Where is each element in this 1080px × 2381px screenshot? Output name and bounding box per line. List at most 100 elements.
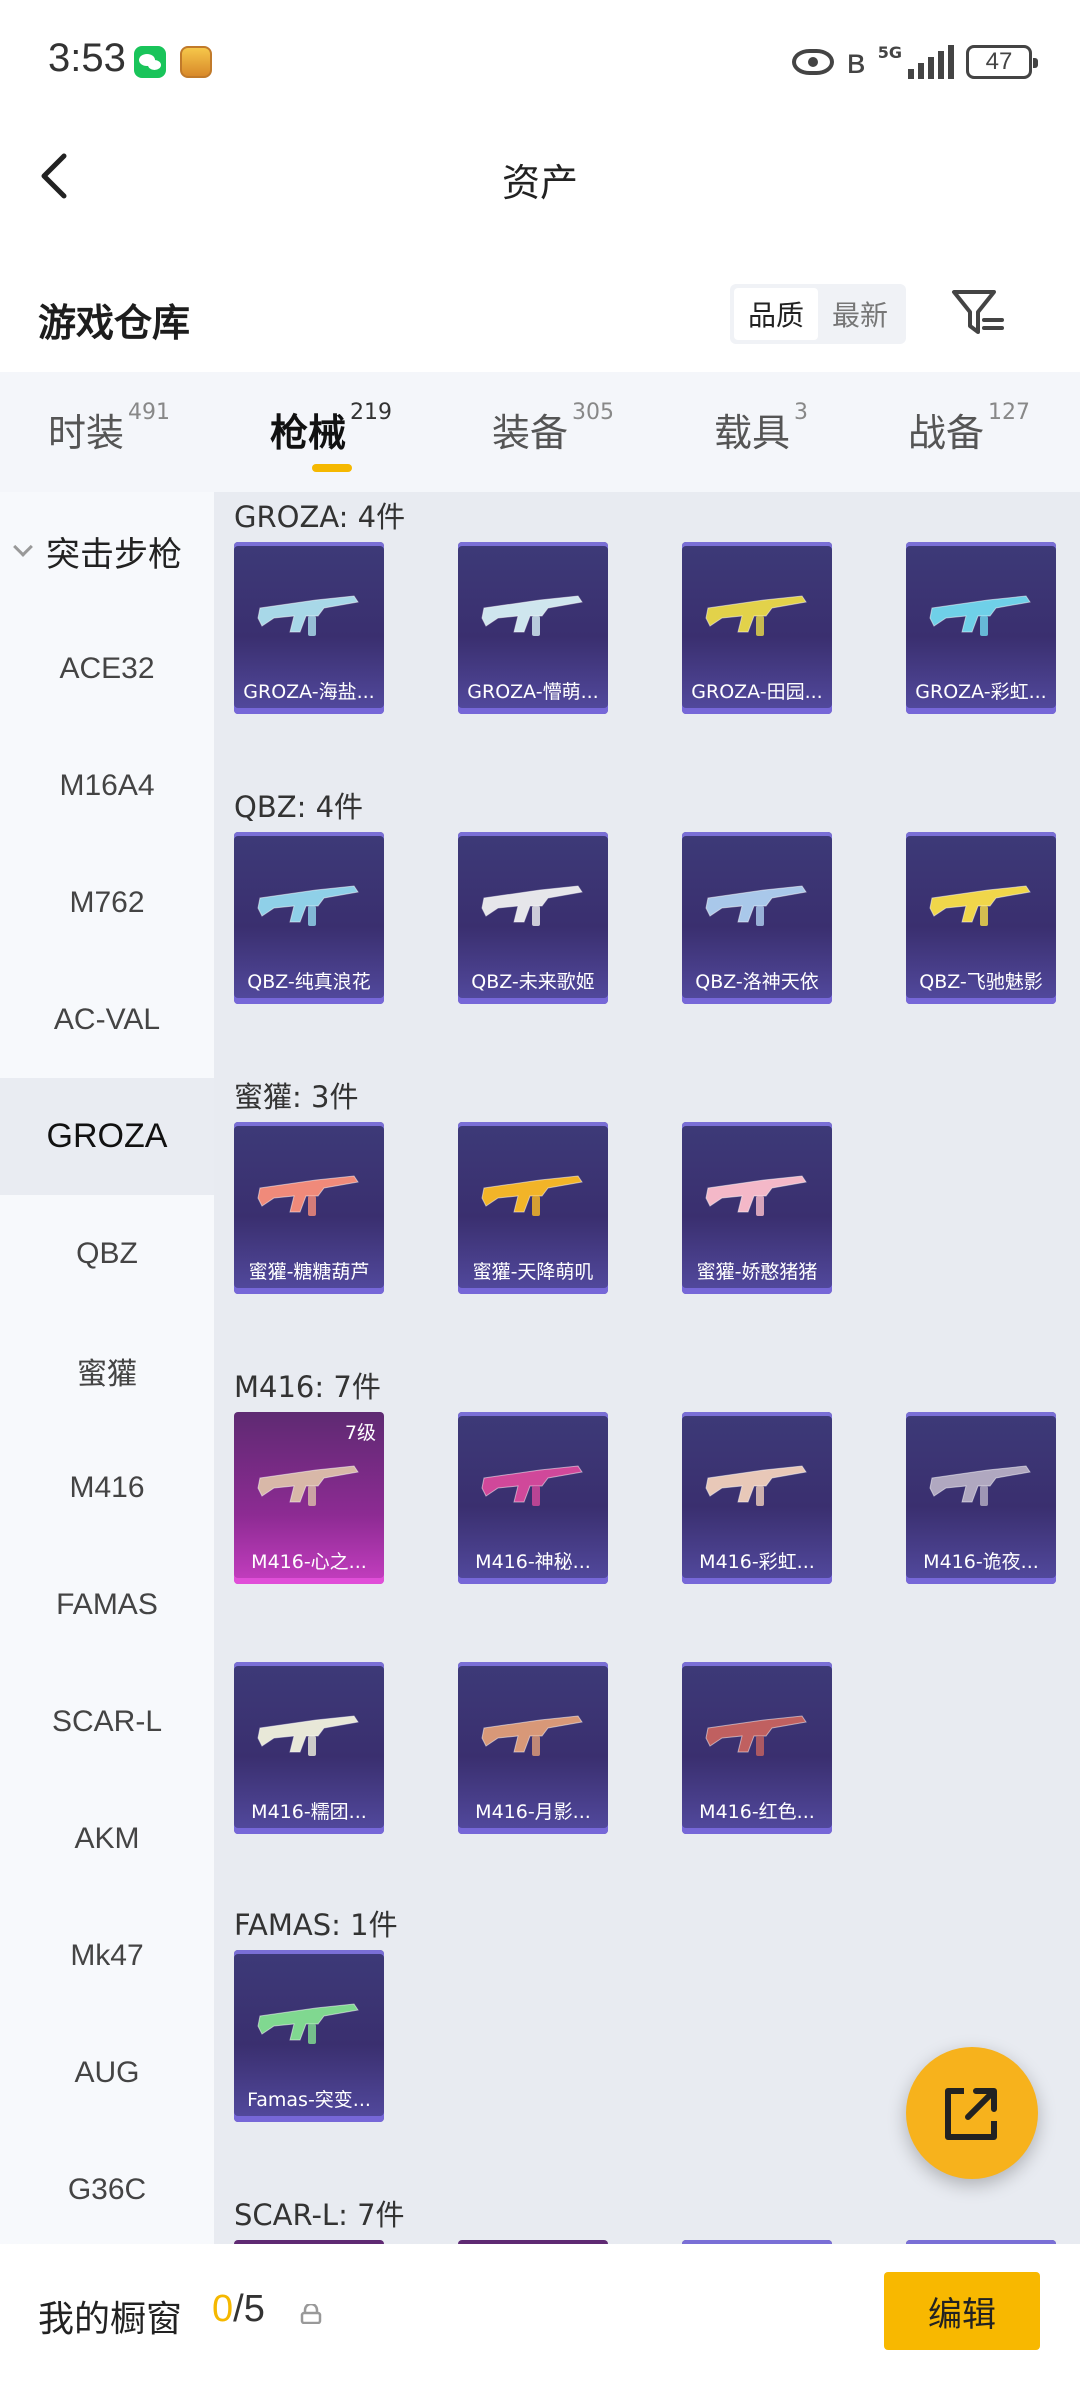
sidebar-item[interactable]: 蜜獾: [0, 1312, 214, 1429]
share-icon: [945, 2088, 997, 2140]
group-title: QBZ: 4件: [234, 790, 364, 824]
gun-icon: [257, 1715, 359, 1756]
weapon-name: M416-红色...: [699, 1801, 815, 1823]
sidebar-item[interactable]: G36C: [0, 2131, 214, 2244]
weapon-sidebar: 突击步枪 ACE32 M16A4 M762 AC-VAL GROZA QBZ 蜜獾 M416 F…: [0, 492, 214, 2244]
sidebar-item[interactable]: Mk47: [0, 1897, 214, 2014]
sidebar-item[interactable]: M16A4: [0, 727, 214, 844]
weapon-name: QBZ-飞驰魅影: [919, 971, 1043, 993]
lock-icon: [300, 2304, 322, 2324]
weapon-name: 蜜獾-天降萌叽: [472, 1261, 594, 1283]
active-tab-indicator: [312, 464, 352, 472]
gun-icon: [705, 885, 807, 926]
tab-battle-gear[interactable]: 战备 127: [908, 400, 1030, 457]
weapon-card[interactable]: GROZA-彩虹...: [906, 542, 1056, 714]
share-button[interactable]: [906, 2047, 1038, 2179]
sidebar-item[interactable]: AKM: [0, 1780, 214, 1897]
tab-guns[interactable]: 枪械 219: [270, 400, 392, 457]
weapon-card[interactable]: GROZA-懵萌...: [458, 542, 608, 714]
weapon-card[interactable]: 蜜獾-娇憨猪猪: [682, 1122, 832, 1294]
weapon-name: GROZA-懵萌...: [467, 681, 599, 703]
header: 资产: [0, 126, 1080, 226]
gun-icon: [481, 1465, 583, 1506]
edit-button[interactable]: 编辑: [884, 2272, 1040, 2350]
weapon-card[interactable]: M416-月影...: [458, 1662, 608, 1834]
group-title: 蜜獾: 3件: [234, 1080, 359, 1114]
sort-quality[interactable]: 品质: [734, 288, 818, 340]
weapon-card[interactable]: M416-神秘...: [458, 1412, 608, 1584]
weapon-name: GROZA-海盐...: [243, 681, 375, 703]
status-bar: 3:53 ʙ 5G 47: [0, 0, 1080, 126]
bluetooth-icon: ʙ: [846, 42, 866, 82]
group-title: M416: 7件: [234, 1370, 381, 1404]
gun-icon: [257, 595, 359, 636]
weapon-card[interactable]: QBZ-未来歌姬: [458, 832, 608, 1004]
weapon-name: GROZA-田园...: [691, 681, 823, 703]
warehouse-title: 游戏仓库: [38, 301, 191, 345]
weapon-name: 蜜獾-娇憨猪猪: [696, 1261, 818, 1283]
weapon-card[interactable]: 蜜獾-天降萌叽: [458, 1122, 608, 1294]
weapon-card[interactable]: GROZA-田园...: [682, 542, 832, 714]
gun-icon: [257, 1465, 359, 1506]
gun-icon: [257, 885, 359, 926]
eye-icon: [792, 49, 835, 75]
tab-equipment[interactable]: 装备 305: [492, 400, 614, 457]
group-title: FAMAS: 1件: [234, 1908, 398, 1942]
weapon-card[interactable]: QBZ-飞驰魅影: [906, 832, 1056, 1004]
bottom-bar: 我的橱窗 0/5 编辑: [0, 2244, 1080, 2381]
weapon-name: QBZ-未来歌姬: [471, 971, 595, 993]
signal-icon: 5G: [878, 45, 954, 79]
page-title: 资产: [501, 161, 578, 205]
weapon-card[interactable]: 蜜獾-糖糖葫芦: [234, 1122, 384, 1294]
status-icons: ʙ 5G 47: [792, 40, 1038, 84]
game-app-icon: [180, 46, 212, 78]
wechat-icon: [134, 46, 166, 78]
weapon-card[interactable]: 7级 M416-心之...: [234, 1412, 384, 1584]
gun-icon: [481, 595, 583, 636]
sidebar-item[interactable]: GROZA: [0, 1078, 214, 1195]
sidebar-item[interactable]: M416: [0, 1429, 214, 1546]
showcase-label: 我的橱窗: [38, 2299, 183, 2340]
weapon-card[interactable]: QBZ-纯真浪花: [234, 832, 384, 1004]
gun-icon: [929, 885, 1031, 926]
network-type: 5G: [877, 43, 902, 62]
weapon-name: Famas-突变...: [247, 2089, 371, 2111]
sidebar-category[interactable]: 突击步枪: [0, 492, 214, 610]
weapon-name: M416-诡夜...: [923, 1551, 1039, 1573]
tab-fashion[interactable]: 时装 491: [48, 400, 170, 457]
sidebar-item[interactable]: FAMAS: [0, 1546, 214, 1663]
sidebar-item[interactable]: AUG: [0, 2014, 214, 2131]
sidebar-category-label: 突击步枪: [46, 534, 182, 575]
weapon-grid: GROZA: 4件 GROZA-海盐... GROZA-懵萌... GROZA-田园.…: [214, 492, 1080, 2244]
weapon-name: M416-糯团...: [251, 1801, 367, 1823]
weapon-card[interactable]: M416-糯团...: [234, 1662, 384, 1834]
weapon-card[interactable]: M416-红色...: [682, 1662, 832, 1834]
level-badge: 7级: [344, 1422, 376, 1444]
weapon-card[interactable]: GROZA-海盐...: [234, 542, 384, 714]
category-tabs: 时装 491 枪械 219 装备 305 载具 3 战备 127: [0, 372, 1080, 492]
sidebar-item[interactable]: M762: [0, 844, 214, 961]
tab-vehicles[interactable]: 载具 3: [714, 400, 808, 457]
weapon-card[interactable]: QBZ-洛神天依: [682, 832, 832, 1004]
sidebar-item[interactable]: SCAR-L: [0, 1663, 214, 1780]
sidebar-item[interactable]: QBZ: [0, 1195, 214, 1312]
weapon-name: 蜜獾-糖糖葫芦: [248, 1261, 370, 1283]
sidebar-item[interactable]: AC-VAL: [0, 961, 214, 1078]
weapon-name: QBZ-纯真浪花: [247, 971, 371, 993]
weapon-card[interactable]: Famas-突变...: [234, 1950, 384, 2122]
weapon-name: M416-彩虹...: [699, 1551, 815, 1573]
sort-segment: 品质 最新: [730, 284, 906, 344]
filter-icon: [952, 290, 1004, 334]
showcase-count: 0/5: [212, 2288, 265, 2330]
gun-icon: [929, 1465, 1031, 1506]
gun-icon: [705, 1175, 807, 1216]
weapon-name: M416-心之...: [251, 1551, 367, 1573]
gun-icon: [257, 1175, 359, 1216]
gun-icon: [481, 1715, 583, 1756]
sidebar-item[interactable]: ACE32: [0, 610, 214, 727]
weapon-card[interactable]: M416-彩虹...: [682, 1412, 832, 1584]
chevron-down-icon: [13, 537, 33, 557]
sort-newest[interactable]: 最新: [818, 288, 902, 340]
weapon-card[interactable]: M416-诡夜...: [906, 1412, 1056, 1584]
filter-button[interactable]: [950, 284, 1006, 340]
